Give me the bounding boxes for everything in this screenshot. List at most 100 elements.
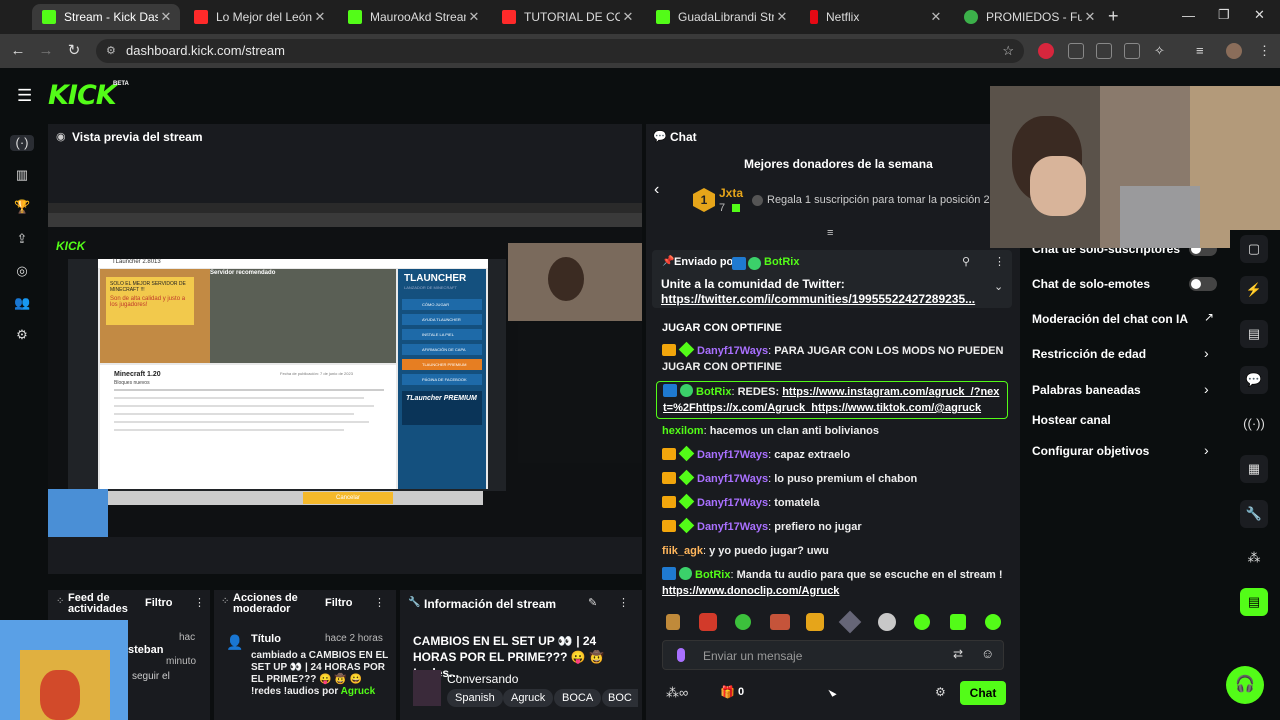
chat-message[interactable]: fiik_agk: y yo puedo jugar? uwu bbox=[662, 543, 1012, 559]
tab-youtube-1[interactable]: Lo Mejor del León León ✕ bbox=[184, 4, 334, 30]
stream-preview-video[interactable]: KICK TLauncher 2.8013 SOLO EL MEJOR SERV… bbox=[48, 203, 642, 537]
chat-message[interactable]: Danyf17Ways: PARA JUGAR CON LOS MODS NO … bbox=[662, 341, 1012, 375]
users-infinity-icon[interactable]: ⁂∞ bbox=[666, 685, 688, 701]
extension-icon[interactable] bbox=[1068, 43, 1084, 59]
setting-ai-moderation[interactable]: Moderación del chat con IA bbox=[1032, 312, 1188, 326]
close-tab-icon[interactable]: ✕ bbox=[1082, 9, 1098, 25]
mod-entry-user[interactable]: Agruck bbox=[341, 686, 375, 697]
emote-icon[interactable] bbox=[914, 614, 930, 630]
browser-menu-icon[interactable]: ⋮ bbox=[1258, 43, 1274, 59]
chat-message-highlighted[interactable]: BotRix: REDES: https://www.instagram.com… bbox=[656, 381, 1008, 419]
chat-message[interactable]: Danyf17Ways: tomatela bbox=[662, 493, 1012, 511]
chat-username[interactable]: fiik_agk bbox=[662, 545, 703, 557]
new-tab-button[interactable]: + bbox=[1108, 6, 1119, 27]
chat-username[interactable]: Danyf17Ways bbox=[697, 449, 768, 461]
extensions-puzzle-icon[interactable]: ✧ bbox=[1154, 43, 1170, 59]
setting-banned-words[interactable]: Palabras baneadas bbox=[1032, 383, 1141, 397]
site-info-icon[interactable]: ⚙ bbox=[106, 39, 116, 63]
mic-icon[interactable] bbox=[677, 648, 685, 662]
activity-filter[interactable]: Filtro bbox=[145, 597, 173, 609]
collapse-donors-icon[interactable]: ≡ bbox=[827, 227, 833, 239]
chat-username[interactable]: Danyf17Ways bbox=[697, 521, 768, 533]
chat-message[interactable]: hexilom: hacemos un clan anti bolivianos bbox=[662, 423, 1012, 439]
setting-host-channel[interactable]: Hostear canal bbox=[1032, 413, 1111, 427]
mod-menu-icon[interactable]: ⋮ bbox=[374, 596, 385, 609]
emote-icon[interactable] bbox=[735, 614, 751, 630]
chat-username[interactable]: hexilom bbox=[662, 425, 704, 437]
chevron-right-icon[interactable]: › bbox=[1204, 442, 1209, 458]
emote-icon[interactable] bbox=[699, 613, 717, 631]
pinned-menu-icon[interactable]: ⋮ bbox=[994, 255, 1005, 268]
emoji-icon[interactable]: ☺ bbox=[981, 646, 994, 661]
tab-youtube-2[interactable]: TUTORIAL DE COMO IN ✕ bbox=[492, 4, 642, 30]
send-chat-button[interactable]: Chat bbox=[960, 681, 1006, 705]
minimize-window-icon[interactable]: — bbox=[1182, 8, 1195, 23]
tab-kick-guada[interactable]: GuadaLibrandi Stream ✕ bbox=[646, 4, 796, 30]
forward-icon[interactable]: → bbox=[36, 41, 56, 61]
chat-message[interactable]: BotRix: Manda tu audio para que se escuc… bbox=[662, 567, 1012, 599]
users-icon[interactable]: ⁂ bbox=[1240, 544, 1268, 572]
hamburger-menu-icon[interactable]: ☰ bbox=[17, 86, 32, 106]
bookmark-star-icon[interactable]: ☆ bbox=[1002, 39, 1014, 63]
external-link-icon[interactable]: ↗ bbox=[1204, 310, 1214, 324]
pinned-link[interactable]: https://twitter.com/i/communities/199555… bbox=[661, 292, 975, 306]
close-tab-icon[interactable]: ✕ bbox=[312, 9, 328, 25]
lightning-icon[interactable]: ⚡ bbox=[1240, 276, 1268, 304]
close-tab-icon[interactable]: ✕ bbox=[774, 9, 790, 25]
translate-icon[interactable]: ⇄ bbox=[953, 647, 963, 661]
tab-kick-mauroo[interactable]: MaurooAkd Stream - Vi ✕ bbox=[338, 4, 488, 30]
tag-chip[interactable]: BOCA bbox=[554, 689, 602, 707]
chat-message[interactable]: Danyf17Ways: prefiero no jugar bbox=[662, 517, 1012, 535]
expand-pinned-icon[interactable]: ⌄ bbox=[994, 280, 1003, 293]
category-name[interactable]: Conversando bbox=[447, 672, 518, 686]
chat-tool-icon[interactable]: 💬 bbox=[1240, 366, 1268, 394]
donors-prev-icon[interactable]: ‹ bbox=[654, 181, 659, 199]
notes-icon[interactable]: ▤ bbox=[1240, 320, 1268, 348]
tab-promiedos[interactable]: PROMIEDOS - Futbol A ✕ bbox=[954, 4, 1104, 30]
layout-icon[interactable]: ▦ bbox=[1240, 455, 1268, 483]
activity-menu-icon[interactable]: ⋮ bbox=[194, 596, 205, 609]
headset-support-icon[interactable]: 🎧 bbox=[1226, 666, 1264, 704]
close-tab-icon[interactable]: ✕ bbox=[620, 9, 636, 25]
chat-username[interactable]: BotRix bbox=[696, 386, 731, 398]
setting-emotes-only[interactable]: Chat de solo-emotes bbox=[1032, 277, 1150, 291]
chevron-right-icon[interactable]: › bbox=[1204, 345, 1209, 361]
close-tab-icon[interactable]: ✕ bbox=[466, 9, 482, 25]
chat-settings-icon[interactable]: ⚙ bbox=[935, 685, 946, 699]
tag-chip[interactable]: Spanish bbox=[447, 689, 503, 707]
trophy-icon[interactable]: 🏆 bbox=[14, 199, 30, 215]
emote-icon[interactable] bbox=[878, 613, 896, 631]
chat-username[interactable]: Danyf17Ways bbox=[697, 473, 768, 485]
wrench-icon[interactable]: 🔧 bbox=[1240, 500, 1268, 528]
broadcast-icon[interactable]: ((·)) bbox=[1240, 410, 1268, 438]
url-bar[interactable]: ⚙ dashboard.kick.com/stream ☆ bbox=[96, 39, 1024, 63]
emote-icon[interactable] bbox=[950, 614, 966, 630]
analytics-icon[interactable]: ▥ bbox=[14, 167, 30, 183]
close-window-icon[interactable]: ✕ bbox=[1254, 7, 1265, 23]
tab-netflix[interactable]: Netflix ✕ bbox=[800, 4, 950, 30]
emote-icon[interactable] bbox=[806, 613, 824, 631]
close-tab-icon[interactable]: ✕ bbox=[158, 9, 174, 25]
back-icon[interactable]: ← bbox=[8, 41, 28, 61]
restore-window-icon[interactable]: ❐ bbox=[1218, 7, 1230, 23]
upload-icon[interactable]: ⇪ bbox=[14, 231, 30, 247]
profile-avatar-icon[interactable] bbox=[1226, 43, 1242, 59]
settings-gear-icon[interactable]: ⚙ bbox=[14, 327, 30, 343]
moderation-icon[interactable]: ◎ bbox=[14, 263, 30, 279]
extension-icon[interactable] bbox=[1096, 43, 1112, 59]
chat-message[interactable]: Danyf17Ways: lo puso premium el chabon bbox=[662, 469, 1012, 487]
tab-kick-dashboard[interactable]: Stream - Kick Dashboard ✕ bbox=[32, 4, 180, 30]
kick-logo[interactable]: KICK bbox=[48, 80, 117, 111]
stream-broadcast-icon[interactable]: (·) bbox=[10, 135, 34, 151]
mod-filter[interactable]: Filtro bbox=[325, 597, 353, 609]
tag-chip[interactable]: BOC bbox=[602, 689, 638, 707]
emote-icon[interactable] bbox=[666, 614, 680, 630]
chat-username[interactable]: BotRix bbox=[695, 569, 730, 581]
close-tab-icon[interactable]: ✕ bbox=[928, 9, 944, 25]
emotes-only-toggle[interactable] bbox=[1189, 277, 1217, 291]
chat-username[interactable]: Danyf17Ways bbox=[697, 345, 768, 357]
tool-icon[interactable]: ▢ bbox=[1240, 235, 1268, 263]
chat-input[interactable]: Enviar un mensaje ⇄ ☺ bbox=[662, 640, 1004, 670]
chat-username[interactable]: Danyf17Ways bbox=[697, 497, 768, 509]
adblock-extension-icon[interactable] bbox=[1038, 43, 1054, 59]
